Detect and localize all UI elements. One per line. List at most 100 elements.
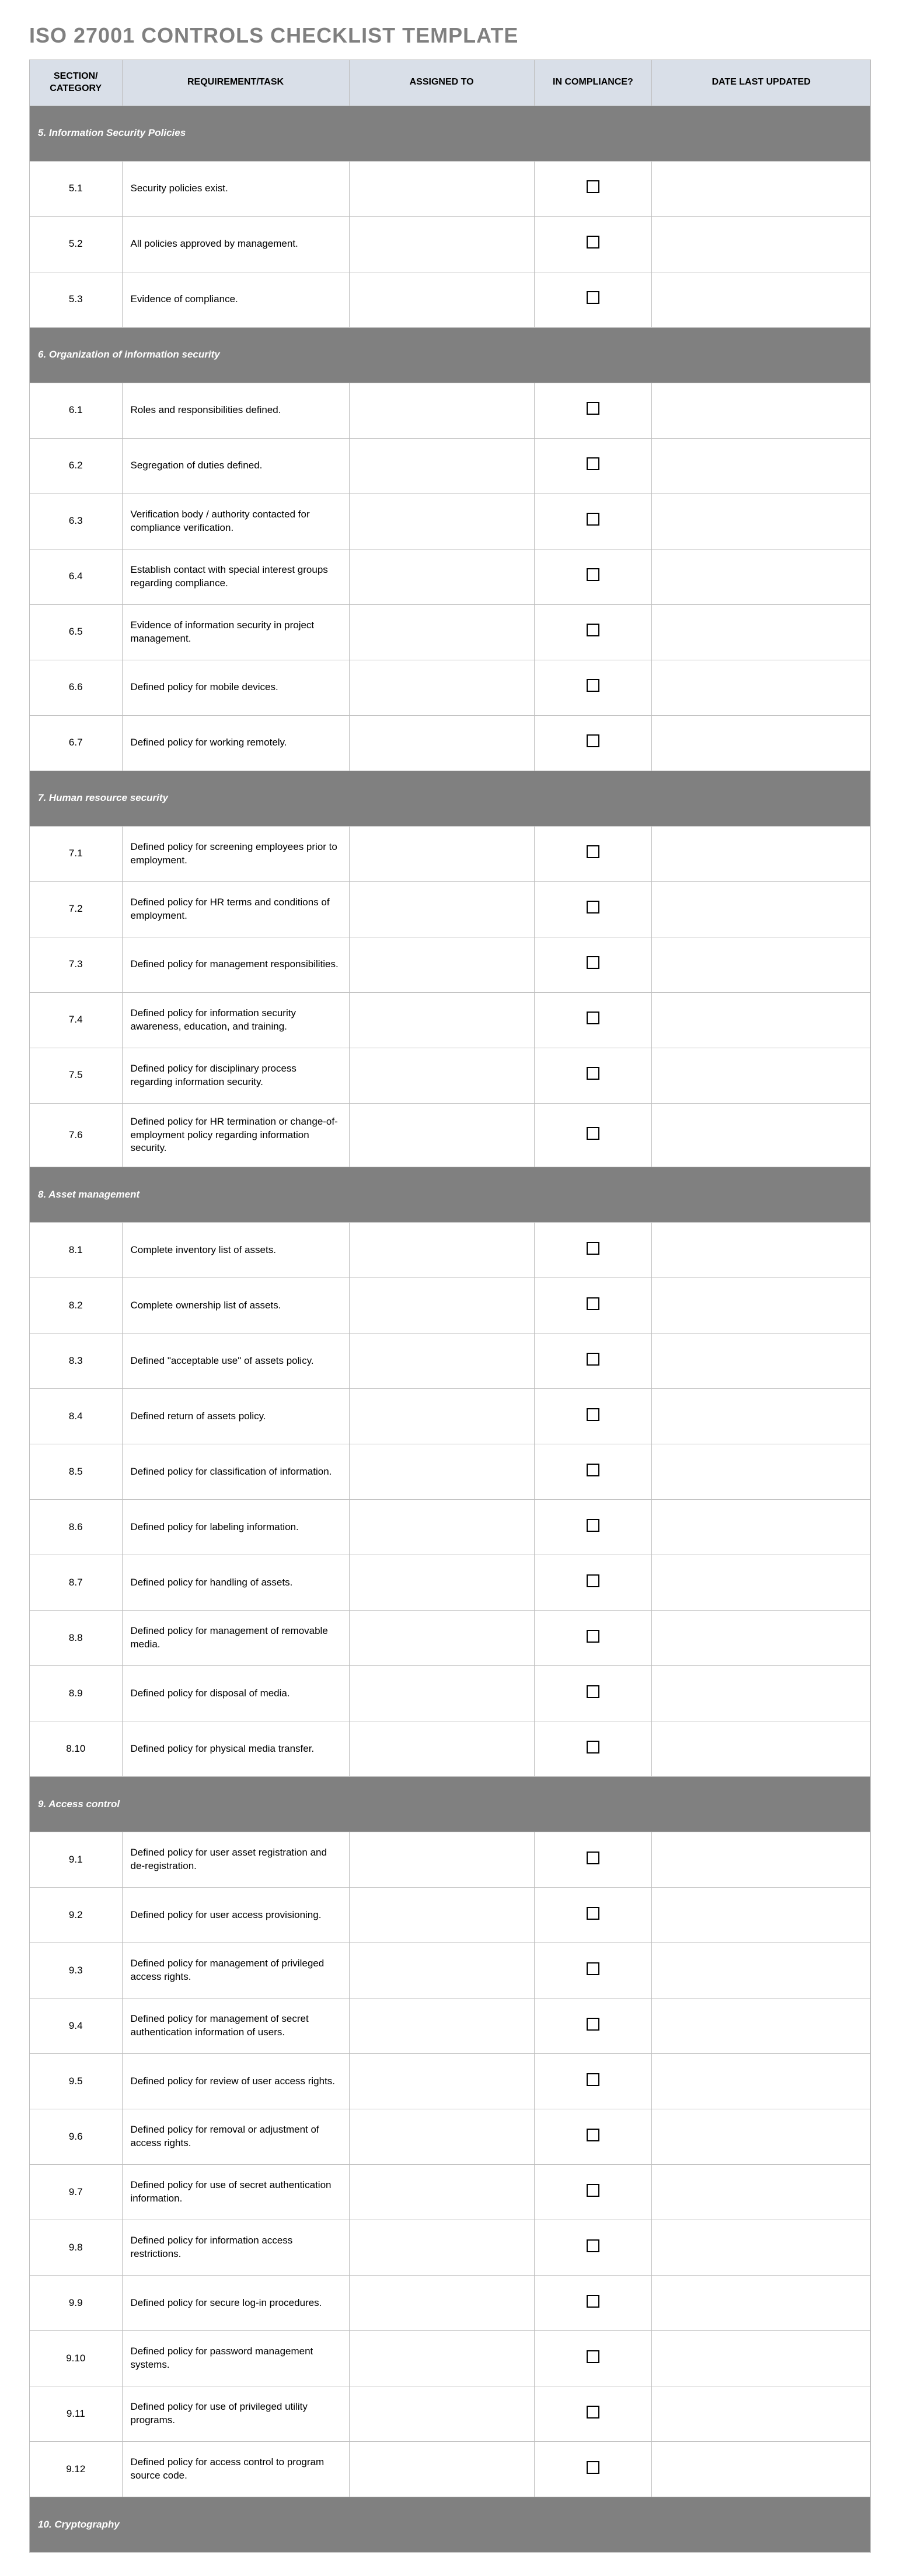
row-date[interactable] <box>652 2331 871 2386</box>
row-date[interactable] <box>652 1103 871 1167</box>
row-assigned[interactable] <box>349 549 534 604</box>
row-date[interactable] <box>652 494 871 549</box>
checkbox-icon[interactable] <box>587 845 599 858</box>
row-date[interactable] <box>652 1943 871 1999</box>
row-assigned[interactable] <box>349 438 534 494</box>
checkbox-icon[interactable] <box>587 1067 599 1080</box>
checkbox-icon[interactable] <box>587 2073 599 2086</box>
checkbox-icon[interactable] <box>587 1464 599 1476</box>
checkbox-icon[interactable] <box>587 236 599 249</box>
checkbox-icon[interactable] <box>587 1353 599 1366</box>
row-assigned[interactable] <box>349 1500 534 1555</box>
row-date[interactable] <box>652 1048 871 1103</box>
checkbox-icon[interactable] <box>587 2461 599 2474</box>
row-assigned[interactable] <box>349 1223 534 1278</box>
row-assigned[interactable] <box>349 1334 534 1389</box>
row-date[interactable] <box>652 1832 871 1888</box>
row-assigned[interactable] <box>349 1721 534 1777</box>
row-assigned[interactable] <box>349 2220 534 2276</box>
checkbox-icon[interactable] <box>587 956 599 969</box>
row-date[interactable] <box>652 161 871 216</box>
row-date[interactable] <box>652 1500 871 1555</box>
row-date[interactable] <box>652 216 871 272</box>
checkbox-icon[interactable] <box>587 1408 599 1421</box>
checkbox-icon[interactable] <box>587 1630 599 1643</box>
row-assigned[interactable] <box>349 1832 534 1888</box>
checkbox-icon[interactable] <box>587 1962 599 1975</box>
checkbox-icon[interactable] <box>587 901 599 914</box>
checkbox-icon[interactable] <box>587 2406 599 2418</box>
row-date[interactable] <box>652 2220 871 2276</box>
checkbox-icon[interactable] <box>587 2129 599 2141</box>
row-assigned[interactable] <box>349 660 534 715</box>
row-assigned[interactable] <box>349 1611 534 1666</box>
row-assigned[interactable] <box>349 881 534 937</box>
checkbox-icon[interactable] <box>587 1907 599 1920</box>
checkbox-icon[interactable] <box>587 2018 599 2031</box>
checkbox-icon[interactable] <box>587 457 599 470</box>
row-date[interactable] <box>652 2442 871 2497</box>
row-assigned[interactable] <box>349 992 534 1048</box>
row-date[interactable] <box>652 2386 871 2442</box>
checkbox-icon[interactable] <box>587 1741 599 1754</box>
row-date[interactable] <box>652 660 871 715</box>
row-date[interactable] <box>652 992 871 1048</box>
row-assigned[interactable] <box>349 1389 534 1444</box>
row-assigned[interactable] <box>349 2109 534 2165</box>
row-date[interactable] <box>652 1721 871 1777</box>
row-date[interactable] <box>652 1888 871 1943</box>
checkbox-icon[interactable] <box>587 734 599 747</box>
checkbox-icon[interactable] <box>587 1574 599 1587</box>
row-assigned[interactable] <box>349 1999 534 2054</box>
row-date[interactable] <box>652 438 871 494</box>
row-date[interactable] <box>652 937 871 992</box>
checkbox-icon[interactable] <box>587 402 599 415</box>
row-date[interactable] <box>652 1444 871 1500</box>
row-date[interactable] <box>652 1666 871 1721</box>
row-assigned[interactable] <box>349 1103 534 1167</box>
row-assigned[interactable] <box>349 216 534 272</box>
row-date[interactable] <box>652 1334 871 1389</box>
row-assigned[interactable] <box>349 1888 534 1943</box>
checkbox-icon[interactable] <box>587 1852 599 1864</box>
checkbox-icon[interactable] <box>587 679 599 692</box>
checkbox-icon[interactable] <box>587 291 599 304</box>
row-assigned[interactable] <box>349 1048 534 1103</box>
row-date[interactable] <box>652 1999 871 2054</box>
checkbox-icon[interactable] <box>587 1242 599 1255</box>
checkbox-icon[interactable] <box>587 1012 599 1024</box>
row-date[interactable] <box>652 604 871 660</box>
checkbox-icon[interactable] <box>587 2350 599 2363</box>
checkbox-icon[interactable] <box>587 624 599 636</box>
row-assigned[interactable] <box>349 715 534 771</box>
row-date[interactable] <box>652 1278 871 1334</box>
row-assigned[interactable] <box>349 826 534 881</box>
row-date[interactable] <box>652 1555 871 1611</box>
row-assigned[interactable] <box>349 937 534 992</box>
row-assigned[interactable] <box>349 494 534 549</box>
row-date[interactable] <box>652 881 871 937</box>
row-date[interactable] <box>652 549 871 604</box>
row-assigned[interactable] <box>349 1555 534 1611</box>
row-assigned[interactable] <box>349 1666 534 1721</box>
row-date[interactable] <box>652 826 871 881</box>
checkbox-icon[interactable] <box>587 513 599 526</box>
checkbox-icon[interactable] <box>587 2239 599 2252</box>
row-date[interactable] <box>652 715 871 771</box>
row-date[interactable] <box>652 2109 871 2165</box>
row-date[interactable] <box>652 1611 871 1666</box>
row-date[interactable] <box>652 2165 871 2220</box>
row-date[interactable] <box>652 272 871 327</box>
row-assigned[interactable] <box>349 1943 534 1999</box>
row-assigned[interactable] <box>349 161 534 216</box>
row-assigned[interactable] <box>349 2442 534 2497</box>
row-date[interactable] <box>652 1223 871 1278</box>
checkbox-icon[interactable] <box>587 1685 599 1698</box>
row-assigned[interactable] <box>349 604 534 660</box>
checkbox-icon[interactable] <box>587 1519 599 1532</box>
checkbox-icon[interactable] <box>587 568 599 581</box>
checkbox-icon[interactable] <box>587 1127 599 1140</box>
row-assigned[interactable] <box>349 383 534 438</box>
checkbox-icon[interactable] <box>587 180 599 193</box>
row-assigned[interactable] <box>349 2331 534 2386</box>
